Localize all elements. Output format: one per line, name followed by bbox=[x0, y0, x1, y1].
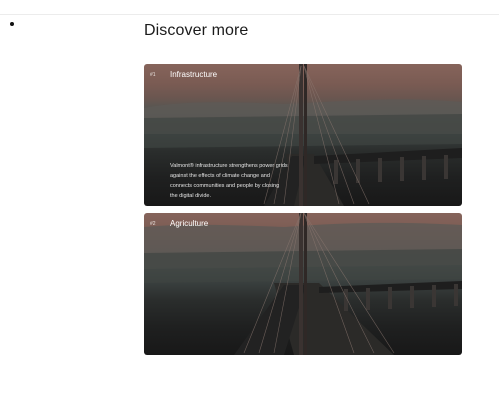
card-title: Agriculture bbox=[170, 219, 209, 228]
card-agriculture[interactable]: #2 Agriculture bbox=[144, 213, 462, 355]
card-number: #1 bbox=[150, 72, 156, 78]
bridge-photo bbox=[144, 213, 462, 355]
top-divider bbox=[0, 14, 499, 15]
card-title: Infrastructure bbox=[170, 70, 218, 79]
section-heading: Discover more bbox=[144, 22, 249, 39]
card-number: #2 bbox=[150, 221, 156, 227]
card-description: Valmont® infrastructure strengthens powe… bbox=[170, 163, 288, 199]
bullet-dot bbox=[10, 22, 14, 26]
card-infrastructure[interactable]: #1 Infrastructure Valmont® infrastructur… bbox=[144, 64, 462, 206]
